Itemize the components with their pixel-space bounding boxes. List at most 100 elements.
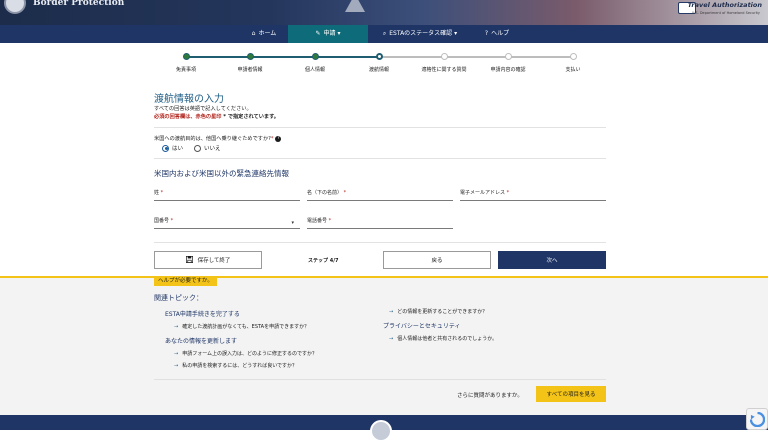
required-star: * [342, 190, 347, 196]
site-header: Border Protection Travel Authorization U… [0, 0, 768, 25]
transit-question-text: 米国への渡航目的は、他国へ乗り継ぐためですか? [154, 136, 271, 142]
help-link[interactable]: → 個人情報は他者と共有されるのでしょうか。 [389, 335, 497, 342]
page-title: 渡航情報の入力 [154, 94, 224, 105]
help-link-text: 申請フォーム上の誤入力は、どのように修正するのですか？ [182, 351, 318, 357]
chevron-down-icon: ▾ [291, 220, 294, 226]
radio-yes-label: はい [172, 146, 184, 152]
save-exit-label: 保存して終了 [197, 258, 231, 264]
radio-no-label: いいえ [204, 146, 221, 152]
required-hint-tail: * で指定されています。 [221, 114, 279, 120]
nav-apply[interactable]: ✎ 申請 ▾ [288, 25, 368, 43]
arrow-right-icon: → [389, 309, 394, 315]
arrow-right-icon: → [389, 336, 394, 342]
email-label: 電子メールアドレス [460, 190, 506, 196]
divider [154, 379, 606, 380]
dhs-seal-icon [370, 420, 392, 442]
country-code-select[interactable]: 国番号 * ▾ [154, 217, 300, 229]
next-button[interactable]: 次へ [498, 251, 606, 269]
divider [154, 127, 606, 128]
help-link-text: 個人情報は他者と共有されるのでしょうか。 [397, 336, 498, 342]
more-questions-text: さらに質問がありますか。 [457, 393, 523, 399]
pen-icon: ✎ [315, 30, 321, 37]
arrow-right-icon: → [174, 324, 179, 330]
travel-authorization-logo: Travel Authorization U.S. Department of … [662, 0, 762, 20]
topic-update-info[interactable]: あなたの情報を更新します [165, 336, 237, 345]
surname-field[interactable]: 姓 * [154, 189, 300, 201]
divider [154, 158, 606, 159]
cbp-seal-icon [4, 0, 26, 14]
help-section [0, 276, 768, 415]
help-link[interactable]: → 確定した渡航計画がなくても、ESTAを申請できますか？ [174, 323, 309, 330]
related-topics-title: 関連トピック： [154, 294, 203, 302]
nav-help[interactable]: ? ヘルプ [474, 25, 520, 43]
help-link-text: 確定した渡航計画がなくても、ESTAを申請できますか？ [182, 324, 310, 330]
english-hint: すべての回答は英語で記入してください。 [154, 106, 252, 112]
site-footer [0, 415, 768, 442]
next-label: 次へ [546, 258, 558, 264]
step-done-dot [311, 53, 319, 60]
nav-check-status[interactable]: ⌕ ESTAのステータス確認 ▾ [368, 25, 472, 43]
given-name-label: 名（下の名前） [307, 190, 343, 196]
nav-help-label: ヘルプ [491, 30, 510, 37]
topic-privacy-security[interactable]: プライバシーとセキュリティ [383, 321, 461, 330]
nav-home[interactable]: ⌂ ホーム [240, 25, 288, 43]
help-link-text: どの情報を更新することができますか？ [397, 309, 488, 315]
given-name-field[interactable]: 名（下の名前） * [307, 189, 453, 201]
question-icon: ? [484, 30, 489, 37]
email-field[interactable]: 電子メールアドレス * [460, 189, 606, 201]
radio-no[interactable]: いいえ [194, 144, 221, 152]
required-star: * [169, 218, 174, 224]
required-star: * [159, 190, 164, 196]
back-label: 戻る [431, 258, 443, 264]
flag-star-decoration [345, 0, 365, 12]
step-todo-dot [504, 53, 512, 60]
required-star: * [327, 218, 332, 224]
ta-subtitle: U.S. Department of Homeland Security [691, 11, 760, 15]
recaptcha-icon [750, 412, 765, 427]
help-needed-tag: ヘルプが必要ですか。 [154, 277, 217, 286]
nav-check-status-label: ESTAのステータス確認 ▾ [389, 30, 458, 37]
search-icon: ⌕ [382, 30, 387, 37]
back-button[interactable]: 戻る [383, 251, 491, 269]
step-done-dot [182, 53, 190, 60]
main-nav: ⌂ ホーム ✎ 申請 ▾ ⌕ ESTAのステータス確認 ▾ ? ヘルプ [0, 25, 768, 43]
required-star: * [505, 190, 510, 196]
view-all-button[interactable]: すべての項目を見る [536, 386, 606, 402]
phone-label: 電話番号 [307, 218, 328, 224]
radio-yes[interactable]: はい [162, 144, 183, 152]
agency-name: Border Protection [33, 0, 125, 8]
country-code-label: 国番号 [154, 218, 170, 224]
divider [154, 242, 606, 243]
topic-complete-esta[interactable]: ESTA申請手続きを完了する [165, 309, 240, 318]
required-hint: 必須の回答欄は、赤色の星印 * で指定されています。 [154, 113, 279, 120]
step-todo-dot [440, 53, 448, 60]
progress-step: 支払い [533, 43, 613, 73]
radio-no-circle[interactable] [194, 144, 201, 152]
help-link-text: 私の申請を検索するには、どうすれば良いですか？ [182, 363, 298, 369]
required-hint-red: 必須の回答欄は、赤色の星印 [154, 114, 222, 120]
phone-field[interactable]: 電話番号 * [307, 217, 453, 229]
emergency-contact-title: 米国内および米国以外の緊急連絡先情報 [154, 169, 289, 178]
step-done-dot [246, 53, 254, 60]
required-star: * [270, 136, 274, 142]
step-label: 支払い [565, 67, 581, 73]
save-exit-button[interactable]: 保存して終了 [154, 251, 262, 269]
save-icon [185, 255, 193, 265]
ta-title: Travel Authorization [687, 1, 762, 9]
step-todo-dot [569, 53, 577, 60]
radio-yes-circle[interactable] [162, 144, 169, 152]
recaptcha-badge[interactable] [746, 408, 768, 430]
progress-bar: 免責事項 申請者情報 個人情報 渡航情報 適格性に関する質問 申請内容の確認 支… [0, 43, 768, 78]
help-link[interactable]: → 私の申請を検索するには、どうすれば良いですか？ [174, 362, 297, 369]
home-icon: ⌂ [251, 30, 256, 37]
help-circle-icon[interactable]: ? [275, 135, 282, 142]
help-link[interactable]: → どの情報を更新することができますか？ [389, 308, 487, 315]
transit-question: 米国への渡航目的は、他国へ乗り継ぐためですか?*? [154, 135, 282, 142]
help-link[interactable]: → 申請フォーム上の誤入力は、どのように修正するのですか？ [174, 350, 317, 357]
arrow-right-icon: → [174, 363, 179, 369]
nav-home-label: ホーム [258, 30, 277, 37]
step-indicator: ステップ 4/7 [308, 258, 339, 264]
nav-apply-label: 申請 ▾ [323, 30, 341, 37]
arrow-right-icon: → [174, 351, 179, 357]
step-current-dot [375, 53, 383, 60]
